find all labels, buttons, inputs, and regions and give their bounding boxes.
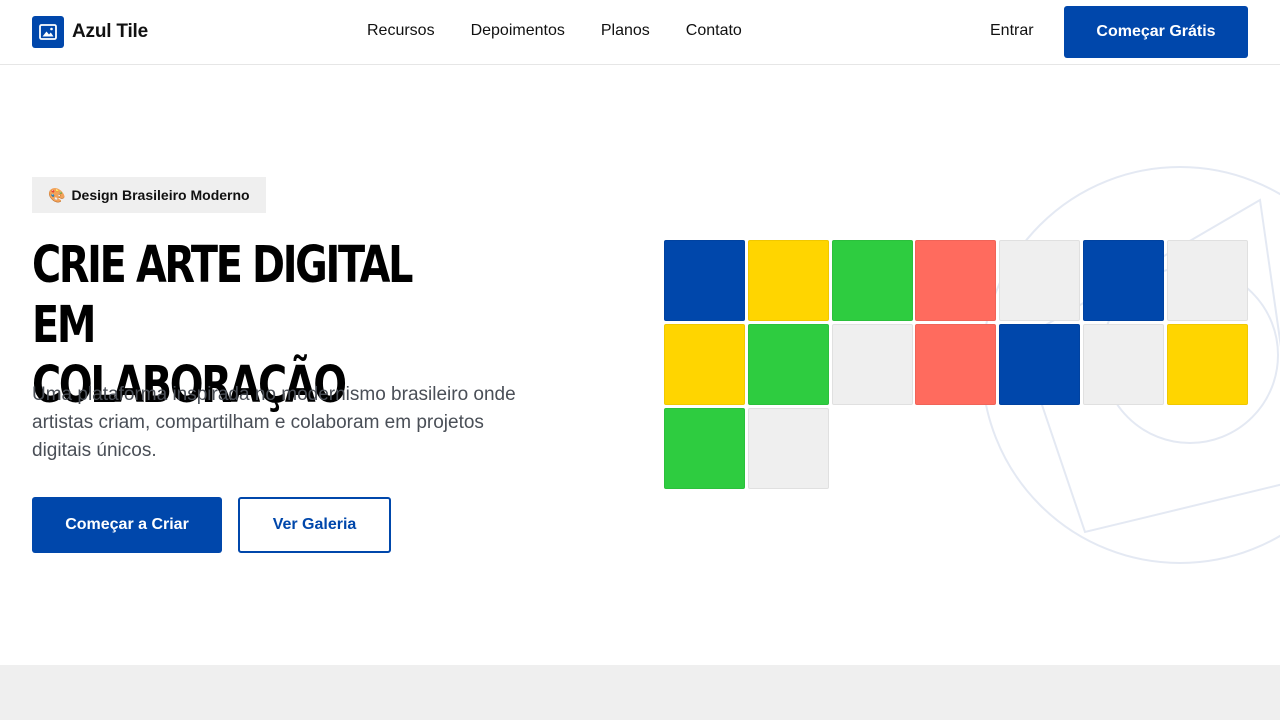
tile-blue[interactable] (1082, 240, 1164, 321)
tile-yellow[interactable] (664, 323, 745, 405)
brand-logo-link[interactable]: Azul Tile (32, 16, 148, 48)
tile-light[interactable] (747, 407, 829, 489)
next-section (0, 665, 1280, 720)
start-creating-button[interactable]: Começar a Criar (32, 497, 222, 553)
brand-name: Azul Tile (72, 21, 148, 42)
tile-light[interactable] (1082, 323, 1164, 405)
start-free-button[interactable]: Começar Grátis (1064, 6, 1248, 58)
nav-link-planos[interactable]: Planos (601, 22, 650, 40)
top-nav-bar: Azul Tile Recursos Depoimentos Planos Co… (0, 0, 1280, 65)
image-icon (32, 16, 64, 48)
tile-grid (664, 240, 1248, 489)
headline-line-1: Crie Arte Digital em (32, 236, 413, 355)
tile-green[interactable] (664, 407, 745, 489)
login-link[interactable]: Entrar (990, 22, 1034, 40)
hero-badge: 🎨 Design Brasileiro Moderno (32, 177, 266, 213)
tile-green[interactable] (747, 323, 829, 405)
nav-link-recursos[interactable]: Recursos (367, 22, 435, 40)
tile-coral[interactable] (915, 323, 997, 405)
main-nav: Recursos Depoimentos Planos Contato (367, 22, 742, 40)
tile-blue[interactable] (664, 240, 745, 321)
tile-yellow[interactable] (747, 240, 829, 321)
nav-link-contato[interactable]: Contato (686, 22, 742, 40)
tile-coral[interactable] (915, 240, 997, 321)
tile-light[interactable] (831, 323, 913, 405)
nav-link-depoimentos[interactable]: Depoimentos (471, 22, 565, 40)
hero-description: Uma plataforma inspirada no modernismo b… (32, 384, 516, 461)
palette-icon: 🎨 (48, 186, 66, 203)
badge-label: Design Brasileiro Moderno (71, 187, 250, 203)
tile-yellow[interactable] (1166, 323, 1248, 405)
tile-light[interactable] (1166, 240, 1248, 321)
tile-green[interactable] (831, 240, 913, 321)
tile-light[interactable] (999, 240, 1081, 321)
view-gallery-button[interactable]: Ver Galeria (238, 497, 391, 553)
tile-blue[interactable] (999, 323, 1081, 405)
